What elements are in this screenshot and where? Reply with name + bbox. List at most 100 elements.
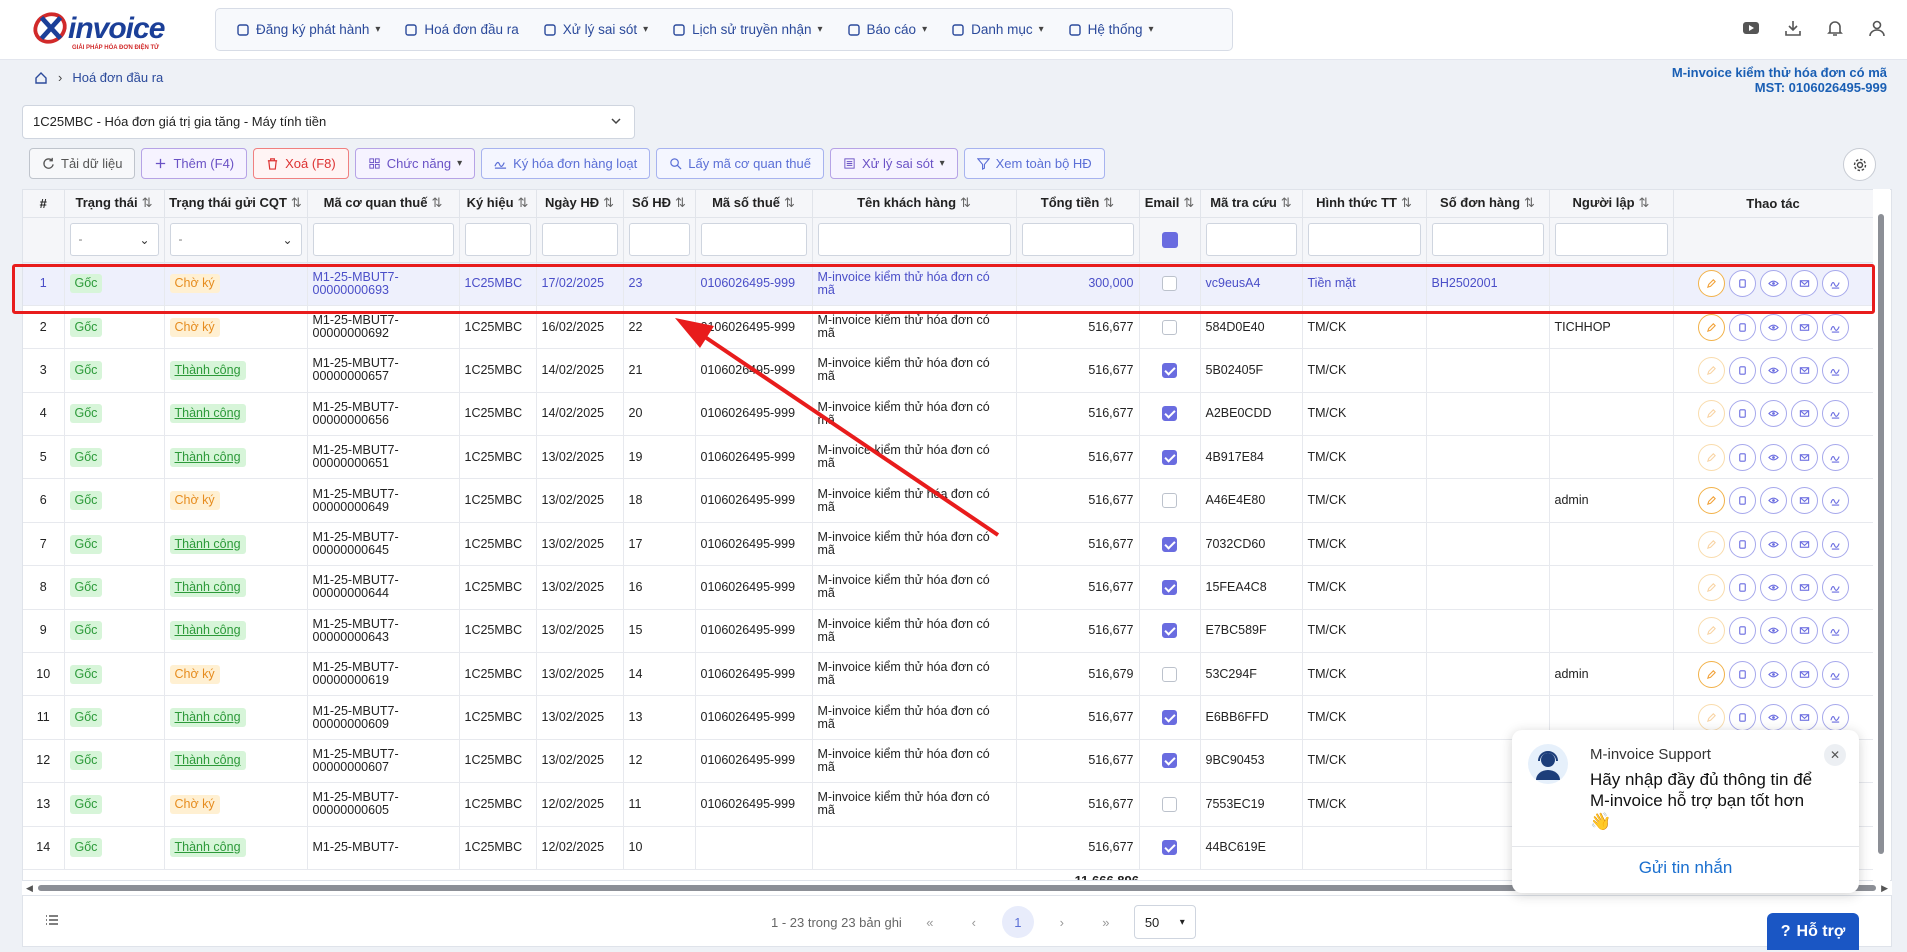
view-button[interactable] bbox=[1759, 530, 1787, 558]
filter-input[interactable] bbox=[700, 223, 807, 256]
table-row[interactable]: 5 Gốc Thành công M1-25-MBUT7-00000000651 1C2… bbox=[23, 435, 1874, 480]
sign-button[interactable] bbox=[1821, 443, 1849, 471]
filter-input[interactable] bbox=[628, 223, 690, 256]
view-button[interactable] bbox=[1759, 313, 1787, 341]
email-button[interactable] bbox=[1790, 660, 1818, 688]
cqt-status-badge[interactable]: Thành công bbox=[169, 534, 246, 554]
home-icon[interactable] bbox=[34, 71, 48, 85]
email-button[interactable] bbox=[1790, 356, 1818, 384]
cqt-status-badge[interactable]: Thành công bbox=[169, 838, 246, 858]
table-row[interactable]: 1 Gốc Chờ ký M1-25-MBUT7-00000000693 1C25MBC… bbox=[23, 262, 1874, 306]
column-header[interactable]: Thao tác bbox=[1673, 190, 1874, 218]
column-header[interactable]: Tên khách hàng ⇅ bbox=[812, 190, 1017, 218]
delete-button[interactable]: Xoá (F8) bbox=[253, 148, 349, 179]
copy-button[interactable] bbox=[1728, 400, 1756, 428]
copy-button[interactable] bbox=[1728, 443, 1756, 471]
email-checkbox[interactable] bbox=[1162, 449, 1177, 465]
view-button[interactable] bbox=[1759, 573, 1787, 601]
table-row[interactable]: 2 Gốc Chờ ký M1-25-MBUT7-00000000692 1C25MBC… bbox=[23, 305, 1874, 350]
cqt-status-badge[interactable]: Chờ ký bbox=[169, 794, 220, 814]
sign-button[interactable] bbox=[1821, 270, 1849, 298]
edit-button[interactable] bbox=[1697, 270, 1725, 298]
cqt-status-badge[interactable]: Thành công bbox=[169, 751, 246, 771]
sort-icon[interactable]: ⇅ bbox=[603, 195, 614, 210]
cqt-status-badge[interactable]: Thành công bbox=[169, 360, 246, 380]
grid-settings-button[interactable] bbox=[1843, 148, 1876, 181]
cqt-status-badge[interactable]: Thành công bbox=[169, 447, 246, 467]
email-checkbox[interactable] bbox=[1162, 623, 1177, 639]
column-header[interactable]: Số HĐ ⇅ bbox=[623, 190, 696, 218]
vertical-scrollbar[interactable] bbox=[1873, 189, 1890, 881]
email-button[interactable] bbox=[1790, 400, 1818, 428]
minvoice-logo[interactable]: invoice GIẢI PHÁP HÓA ĐƠN ĐIỆN TỬ bbox=[32, 10, 172, 51]
page-size-select[interactable]: 50 ▾ bbox=[1133, 905, 1196, 939]
column-header[interactable]: # bbox=[23, 190, 65, 218]
column-header[interactable]: Số đơn hàng ⇅ bbox=[1426, 190, 1550, 218]
menu-item-3[interactable]: Lịch sử truyền nhận ▾ bbox=[672, 22, 836, 37]
email-checkbox[interactable] bbox=[1162, 710, 1177, 726]
email-checkbox[interactable] bbox=[1162, 753, 1177, 769]
edit-button[interactable] bbox=[1697, 617, 1725, 645]
email-button[interactable] bbox=[1790, 313, 1818, 341]
email-checkbox[interactable] bbox=[1162, 406, 1177, 422]
view-button[interactable] bbox=[1759, 270, 1787, 298]
filter-input[interactable] bbox=[1554, 223, 1668, 256]
email-checkbox[interactable] bbox=[1162, 362, 1177, 378]
sort-icon[interactable]: ⇅ bbox=[518, 195, 529, 210]
column-header[interactable]: Mã tra cứu ⇅ bbox=[1200, 190, 1303, 218]
copy-button[interactable] bbox=[1728, 487, 1756, 515]
copy-button[interactable] bbox=[1728, 617, 1756, 645]
menu-item-6[interactable]: Hệ thống ▾ bbox=[1068, 22, 1168, 37]
cqt-status-badge[interactable]: Chờ ký bbox=[169, 317, 220, 337]
scroll-left-icon[interactable]: ◀ bbox=[26, 883, 33, 894]
email-checkbox[interactable] bbox=[1162, 666, 1177, 682]
column-header[interactable]: Email ⇅ bbox=[1139, 190, 1201, 218]
column-header[interactable]: Ký hiệu ⇅ bbox=[459, 190, 537, 218]
add-button[interactable]: Thêm (F4) bbox=[141, 148, 248, 179]
column-header[interactable]: Ngày HĐ ⇅ bbox=[536, 190, 624, 218]
get-tax-code-button[interactable]: Lấy mã cơ quan thuế bbox=[656, 148, 824, 179]
view-button[interactable] bbox=[1759, 487, 1787, 515]
scroll-right-icon[interactable]: ▶ bbox=[1881, 883, 1888, 894]
filter-input[interactable] bbox=[464, 223, 531, 256]
email-checkbox[interactable] bbox=[1162, 319, 1177, 335]
email-checkbox[interactable] bbox=[1162, 276, 1177, 292]
sort-icon[interactable]: ⇅ bbox=[1103, 195, 1114, 210]
table-row[interactable]: 10 Gốc Chờ ký M1-25-MBUT7-00000000619 1C25MB… bbox=[23, 652, 1874, 697]
filter-input[interactable] bbox=[817, 223, 1011, 256]
sort-icon[interactable]: ⇅ bbox=[431, 195, 442, 210]
sign-button[interactable] bbox=[1821, 313, 1849, 341]
sort-icon[interactable]: ⇅ bbox=[675, 195, 686, 210]
view-button[interactable] bbox=[1759, 443, 1787, 471]
edit-button[interactable] bbox=[1697, 704, 1725, 732]
close-icon[interactable]: ✕ bbox=[1824, 744, 1846, 766]
table-row[interactable]: 7 Gốc Thành công M1-25-MBUT7-00000000645 1C2… bbox=[23, 522, 1874, 567]
fix-errors-button[interactable]: Xử lý sai sót ▾ bbox=[830, 148, 958, 179]
copy-button[interactable] bbox=[1728, 313, 1756, 341]
column-header[interactable]: Mã cơ quan thuế ⇅ bbox=[307, 190, 460, 218]
email-checkbox[interactable] bbox=[1162, 536, 1177, 552]
sort-icon[interactable]: ⇅ bbox=[784, 195, 795, 210]
column-header[interactable]: Tổng tiền ⇅ bbox=[1016, 190, 1140, 218]
filter-input[interactable] bbox=[1431, 223, 1544, 256]
sort-icon[interactable]: ⇅ bbox=[1281, 195, 1292, 210]
sign-button[interactable] bbox=[1821, 704, 1849, 732]
copy-button[interactable] bbox=[1728, 530, 1756, 558]
page-button-current[interactable]: 1 bbox=[1001, 906, 1034, 938]
email-checkbox[interactable] bbox=[1162, 796, 1177, 812]
download-icon[interactable] bbox=[1783, 18, 1803, 38]
sort-icon[interactable]: ⇅ bbox=[1183, 195, 1194, 210]
column-header[interactable]: Người lập ⇅ bbox=[1549, 190, 1674, 218]
edit-button[interactable] bbox=[1697, 487, 1725, 515]
edit-button[interactable] bbox=[1697, 443, 1725, 471]
cqt-status-badge[interactable]: Thành công bbox=[169, 621, 246, 641]
email-checkbox[interactable] bbox=[1162, 493, 1177, 509]
sort-icon[interactable]: ⇅ bbox=[1401, 195, 1412, 210]
email-checkbox[interactable] bbox=[1162, 579, 1177, 595]
cqt-status-badge[interactable]: Thành công bbox=[169, 708, 246, 728]
copy-button[interactable] bbox=[1728, 356, 1756, 384]
email-button[interactable] bbox=[1790, 573, 1818, 601]
list-view-icon[interactable] bbox=[45, 914, 59, 926]
sign-button[interactable] bbox=[1821, 617, 1849, 645]
view-button[interactable] bbox=[1759, 400, 1787, 428]
